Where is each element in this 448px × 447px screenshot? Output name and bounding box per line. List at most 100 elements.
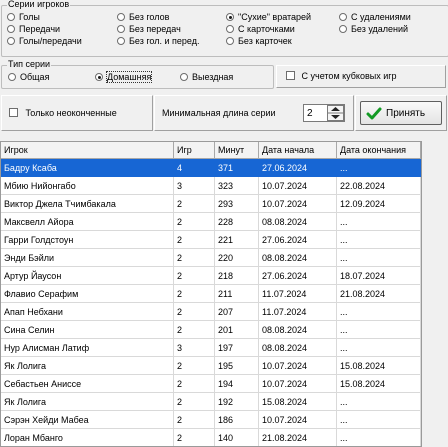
radio-button-icon[interactable]: [7, 13, 15, 21]
series-option-7[interactable]: Без удалений: [339, 24, 408, 35]
radio-button-icon[interactable]: [339, 25, 347, 33]
table-cell: ...: [337, 393, 421, 411]
table-cell: 211: [215, 285, 259, 303]
series-option-9[interactable]: Без гол. и перед.: [117, 36, 199, 47]
column-header[interactable]: Дата окончания: [337, 142, 421, 159]
table-cell: 11.07.2024: [259, 303, 337, 321]
table-row[interactable]: Максвелл Айора 2 228 08.08.2024...: [1, 213, 421, 231]
accept-button-label: Принять: [386, 108, 426, 119]
series-option-label: Без гол. и перед.: [129, 36, 200, 46]
table-cell: 08.08.2024: [259, 321, 337, 339]
table-row[interactable]: Сэрэн Хейди Мабеа 2 186 10.07.2024...: [1, 411, 421, 429]
series-option-label: "Сухие" вратарей: [238, 12, 312, 22]
unfinished-checkbox[interactable]: Только неоконченные: [9, 108, 117, 119]
series-option-1[interactable]: Без голов: [117, 12, 169, 23]
table-cell: 218: [215, 267, 259, 285]
table-cell: 2: [174, 303, 215, 321]
table-row[interactable]: Себастьен Аниссе 2 194 10.07.2024 15.08.2024: [1, 375, 421, 393]
series-option-8[interactable]: Голы/передачи: [7, 36, 82, 47]
table-cell: 2: [174, 267, 215, 285]
table-cell: 11.07.2024: [259, 285, 337, 303]
table-cell: ...: [337, 411, 421, 429]
table-cell: Як Лолига: [1, 393, 174, 411]
series-option-0[interactable]: Голы: [7, 12, 40, 23]
table-cell: Сина Селин: [1, 321, 174, 339]
series-option-2[interactable]: "Сухие" вратарей: [226, 12, 311, 23]
table-cell: 27.06.2024: [259, 231, 337, 249]
table-row[interactable]: Артур Йаусон 2 218 27.06.2024 18.07.2024: [1, 267, 421, 285]
table-cell: 3: [174, 177, 215, 195]
vertical-scrollbar-area[interactable]: [422, 141, 448, 447]
table-cell: Флавио Серафим: [1, 285, 174, 303]
series-option-label: С карточками: [238, 24, 295, 34]
table-row[interactable]: Гарри Голдстоун 2 221 27.06.2024...: [1, 231, 421, 249]
column-header[interactable]: Минут: [215, 142, 259, 159]
table-cell: 140: [215, 429, 259, 446]
table-row[interactable]: Як Лолига 2 192 15.08.2024...: [1, 393, 421, 411]
table-row[interactable]: Флавио Серафим 2 211 11.07.2024 21.08.2024: [1, 285, 421, 303]
table-cell: Як Лолига: [1, 357, 174, 375]
column-header[interactable]: Дата начала: [259, 142, 337, 159]
series-option-3[interactable]: С удалениями: [339, 12, 411, 23]
table-cell: 323: [215, 177, 259, 195]
radio-button-icon[interactable]: [7, 37, 15, 45]
series-option-label: Без карточек: [238, 36, 292, 46]
type-option-0[interactable]: Общая: [8, 72, 49, 83]
table-row[interactable]: Энди Бэйли 2 220 08.08.2024...: [1, 249, 421, 267]
table-cell: 15.08.2024: [337, 357, 421, 375]
table-cell: 21.08.2024: [259, 429, 337, 446]
table-row[interactable]: Бадру Ксаба 4 371 27.06.2024...: [1, 159, 421, 177]
accept-button[interactable]: Принять: [360, 101, 442, 125]
table-cell: Себастьен Аниссе: [1, 375, 174, 393]
table-cell: 21.08.2024: [337, 285, 421, 303]
series-option-5[interactable]: Без передач: [117, 24, 181, 35]
players-table[interactable]: Игрок Игр Минут Дата начала Дата окончания Б…: [0, 141, 422, 447]
radio-button-icon[interactable]: [95, 73, 103, 81]
radio-button-icon[interactable]: [226, 25, 234, 33]
radio-button-icon[interactable]: [117, 13, 125, 21]
series-option-label: Передачи: [19, 24, 61, 34]
table-row[interactable]: Апап Небхани 2 207 11.07.2024...: [1, 303, 421, 321]
table-cell: 2: [174, 411, 215, 429]
type-option-1[interactable]: Домашняя: [95, 71, 153, 83]
series-type-title: Тип серии: [7, 59, 52, 70]
series-option-6[interactable]: С карточками: [226, 24, 295, 35]
radio-button-icon[interactable]: [117, 37, 125, 45]
type-option-label: Домашняя: [105, 71, 153, 83]
column-header[interactable]: Игрок: [1, 142, 174, 159]
table-cell: 18.07.2024: [337, 267, 421, 285]
spinner-arrows-icon[interactable]: [327, 105, 344, 121]
unfinished-check-box[interactable]: [9, 108, 18, 117]
table-row[interactable]: Виктор Джела Тчимбакала 2 293 10.07.2024 12.…: [1, 195, 421, 213]
min-length-spinner[interactable]: 2: [303, 104, 345, 122]
table-cell: 186: [215, 411, 259, 429]
radio-button-icon[interactable]: [7, 25, 15, 33]
min-length-value[interactable]: 2: [307, 108, 313, 119]
table-row[interactable]: Лоран Мбанго 2 140 21.08.2024...: [1, 429, 421, 446]
column-header[interactable]: Игр: [174, 142, 215, 159]
table-cell: 197: [215, 339, 259, 357]
table-row[interactable]: Як Лолига 2 195 10.07.2024 15.08.2024: [1, 357, 421, 375]
table-cell: ...: [337, 213, 421, 231]
table-cell: Апап Небхани: [1, 303, 174, 321]
series-option-4[interactable]: Передачи: [7, 24, 60, 35]
radio-button-icon[interactable]: [339, 13, 347, 21]
radio-button-icon[interactable]: [180, 73, 188, 81]
radio-button-icon[interactable]: [117, 25, 125, 33]
table-row[interactable]: Мбию Нийонгабо 3 323 10.07.2024 22.08.2024: [1, 177, 421, 195]
radio-button-icon[interactable]: [8, 73, 16, 81]
radio-button-icon[interactable]: [226, 13, 234, 21]
series-option-10[interactable]: Без карточек: [226, 36, 292, 47]
table-header: Игрок Игр Минут Дата начала Дата окончания: [1, 142, 421, 160]
table-cell: 228: [215, 213, 259, 231]
table-cell: 15.08.2024: [337, 375, 421, 393]
table-row[interactable]: Сина Селин 2 201 08.08.2024...: [1, 321, 421, 339]
table-cell: ...: [337, 249, 421, 267]
cup-games-checkbox[interactable]: С учетом кубковых игр: [286, 71, 397, 82]
cup-games-check-box[interactable]: [286, 71, 295, 80]
series-option-label: Без голов: [129, 12, 170, 22]
series-option-label: Голы: [19, 12, 40, 22]
type-option-2[interactable]: Выездная: [180, 72, 233, 83]
table-row[interactable]: Нур Алисман Латиф 3 197 08.08.2024...: [1, 339, 421, 357]
radio-button-icon[interactable]: [226, 37, 234, 45]
